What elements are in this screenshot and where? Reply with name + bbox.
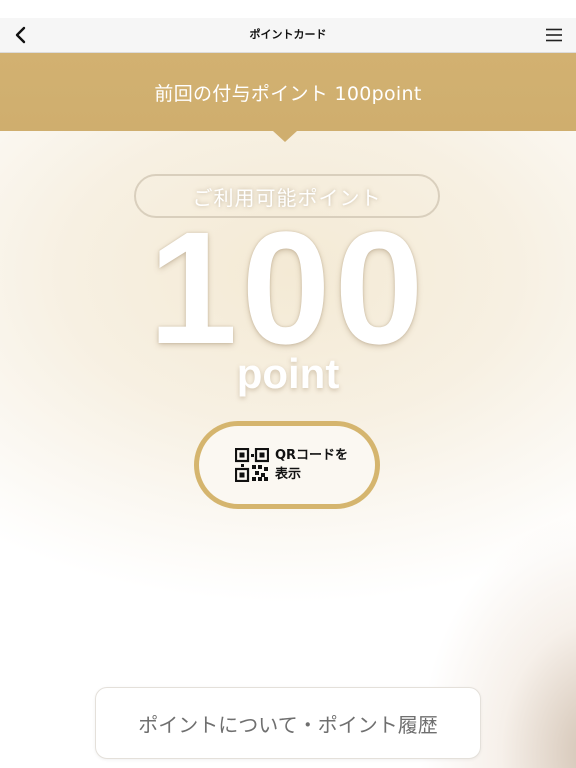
last-awarded-banner: 前回の付与ポイント 100point xyxy=(0,53,576,131)
points-value: 100 xyxy=(148,198,428,377)
menu-button[interactable] xyxy=(542,23,566,47)
status-bar xyxy=(0,0,576,18)
qr-code-icon xyxy=(235,448,269,482)
navigation-bar: ポイントカード xyxy=(0,18,576,53)
show-qr-code-label: QRコードを 表示 xyxy=(275,448,349,482)
show-qr-code-button[interactable]: QRコードを 表示 xyxy=(194,421,380,509)
hamburger-menu-icon xyxy=(546,28,562,42)
points-info-history-label: ポイントについて・ポイント履歴 xyxy=(138,712,438,737)
banner-pointer xyxy=(273,131,297,142)
points-unit: point xyxy=(236,350,340,397)
last-awarded-text: 前回の付与ポイント 100point xyxy=(154,82,422,105)
point-card-screen: 前回の付与ポイント 100point ご利用可能ポイント 100 point Q… xyxy=(0,53,576,768)
points-info-history-button[interactable]: ポイントについて・ポイント履歴 xyxy=(95,687,481,759)
page-title: ポイントカード xyxy=(249,28,327,41)
